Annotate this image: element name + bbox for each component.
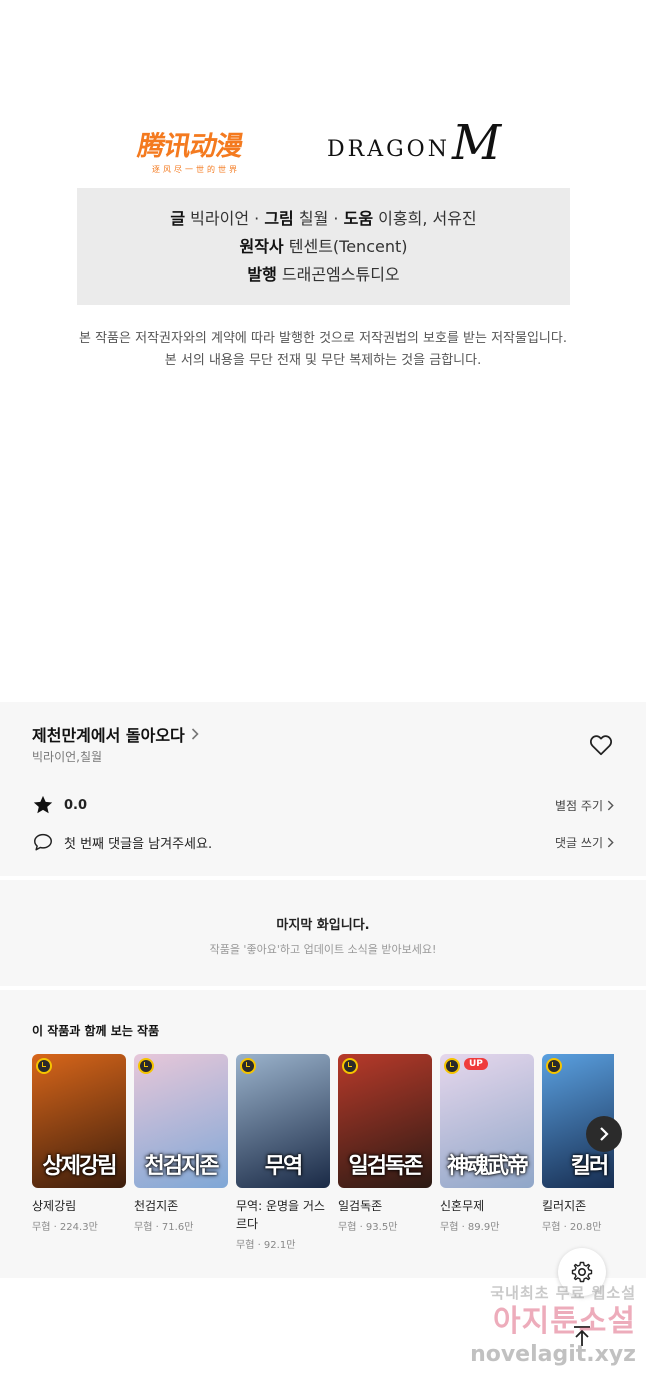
- tencent-comics-logo: 腾讯动漫 逐风尽一世的世界: [135, 130, 270, 184]
- cover-image[interactable]: 무역: [236, 1054, 330, 1188]
- clock-badge-icon: [444, 1058, 460, 1074]
- recommendation-card[interactable]: 천검지존 천검지존 무협 · 71.6만: [134, 1054, 228, 1233]
- notice-line-2: 본 서의 내용을 무단 전재 및 무단 복제하는 것을 금합니다.: [164, 353, 482, 368]
- cover-image[interactable]: 상제강림: [32, 1054, 126, 1188]
- card-title: 일검독존: [338, 1199, 383, 1213]
- up-badge: UP: [464, 1058, 488, 1070]
- separator: ·: [333, 208, 339, 228]
- card-title: 신혼무제: [440, 1199, 485, 1213]
- card-meta: 무협 · 71.6만: [134, 1222, 194, 1233]
- write-comment-label: 댓글 쓰기: [555, 835, 603, 850]
- card-meta: 무협 · 93.5만: [338, 1222, 398, 1233]
- dragon-m-logo: DRAGON M: [327, 118, 501, 168]
- rate-button[interactable]: 별점 주기: [555, 797, 614, 814]
- watermark-line-2: 아지툰소설: [493, 1304, 636, 1339]
- credit-line-creators: 글 빅라이언 · 그림 칠월 · 도움 이홍희, 서유진: [170, 207, 476, 231]
- recommendation-card[interactable]: 일검독존 일검독존 무협 · 93.5만: [338, 1054, 432, 1233]
- rating-value: 0.0: [64, 797, 88, 813]
- series-title-link[interactable]: 제천만계에서 돌아오다: [32, 722, 199, 746]
- watermark-line-3: novelagit.xyz: [470, 1342, 636, 1367]
- site-watermark: 국내최초 무료 웹소설 아지툰소설 novelagit.xyz: [446, 1282, 636, 1392]
- credits-box: 글 빅라이언 · 그림 칠월 · 도움 이홍희, 서유진 원작사 텐센트(Ten…: [77, 188, 570, 305]
- gear-icon: [571, 1261, 593, 1283]
- last-episode-banner: 마지막 화입니다. 작품을 '좋아요'하고 업데이트 소식을 받아보세요!: [0, 880, 646, 986]
- cover-title-art: 神魂武帝: [446, 1154, 529, 1179]
- copyright-notice: 본 작품은 저작권자와의 계약에 따라 발행한 것으로 저작권법의 보호를 받는…: [0, 328, 646, 372]
- last-episode-title: 마지막 화입니다.: [276, 918, 370, 933]
- card-title: 무역: 운명을 거스르다: [236, 1199, 325, 1231]
- clock-badge-icon: [138, 1058, 154, 1074]
- recommendation-heading: 이 작품과 함께 보는 작품: [32, 1024, 160, 1038]
- cover-title-art: 천검지존: [144, 1154, 220, 1179]
- cover-title-art: 무역: [264, 1154, 303, 1179]
- chevron-right-icon: [600, 1127, 609, 1141]
- rate-label: 별점 주기: [555, 798, 603, 813]
- chevron-right-icon: [607, 800, 614, 810]
- credit-line-publisher: 발행 드래곤엠스튜디오: [247, 263, 399, 287]
- cover-title-art: 일검독존: [348, 1154, 424, 1179]
- card-meta: 무협 · 92.1만: [236, 1240, 296, 1251]
- clock-badge-icon: [546, 1058, 562, 1074]
- recommendation-card[interactable]: 무역무역: 운명을 거스르다무협 · 92.1만: [236, 1054, 330, 1251]
- notice-line-1: 본 작품은 저작권자와의 계약에 따라 발행한 것으로 저작권법의 보호를 받는…: [79, 331, 567, 346]
- recommendation-section: 이 작품과 함께 보는 작품 상제강림 상제강림 무협 · 224.3만 천검지존 천검…: [0, 990, 646, 1278]
- tencent-logo-text: 腾讯动漫: [135, 131, 245, 162]
- carousel-next-button[interactable]: [586, 1116, 622, 1152]
- recommendation-card[interactable]: UP 神魂武帝 신혼무제무협 · 89.9만: [440, 1054, 534, 1233]
- original-label: 원작사: [239, 236, 284, 256]
- card-title: 천검지존: [134, 1199, 179, 1213]
- recommendation-carousel[interactable]: 상제강림 상제강림 무협 · 224.3만 천검지존 천검지존 무협 · 71.6만 무역 무…: [32, 1054, 614, 1274]
- series-title: 제천만계에서 돌아오다: [32, 726, 185, 745]
- series-info-panel: 제천만계에서 돌아오다 빅라이언,칠월 0.0 별점 주기 첫 번째 댓글을 남…: [0, 702, 646, 876]
- dragon-logo-m: M: [451, 115, 502, 171]
- watermark-line-1: 국내최초 무료 웹소설: [490, 1284, 636, 1302]
- separator: ·: [254, 208, 260, 228]
- publisher-name: 드래곤엠스튜디오: [281, 264, 400, 284]
- chevron-right-icon: [191, 728, 199, 740]
- cover-title-art: 킬러: [570, 1154, 609, 1179]
- last-episode-subtitle: 작품을 '좋아요'하고 업데이트 소식을 받아보세요!: [209, 943, 437, 956]
- credit-line-original: 원작사 텐센트(Tencent): [239, 235, 407, 259]
- artist-label: 그림: [264, 208, 294, 228]
- dragon-logo-text: DRAGON: [327, 137, 450, 162]
- clock-badge-icon: [240, 1058, 256, 1074]
- assist-label: 도움: [343, 208, 374, 228]
- writer-name: 빅라이언: [190, 208, 250, 228]
- cover-image[interactable]: 천검지존: [134, 1054, 228, 1188]
- card-meta: 무협 · 89.9만: [440, 1222, 500, 1233]
- comment-prompt: 첫 번째 댓글을 남겨주세요.: [64, 836, 213, 852]
- publisher-label: 발행: [247, 264, 277, 284]
- artist-name: 칠월: [298, 208, 329, 228]
- cover-title-art: 상제강림: [42, 1154, 118, 1179]
- assist-names: 이홍희, 서유진: [378, 208, 477, 228]
- chevron-right-icon: [607, 837, 614, 847]
- write-comment-button[interactable]: 댓글 쓰기: [555, 834, 614, 851]
- cover-image[interactable]: 일검독존: [338, 1054, 432, 1188]
- tencent-logo-subtext: 逐风尽一世的世界: [152, 165, 240, 174]
- speech-bubble-icon: [34, 833, 52, 851]
- card-meta: 무협 · 20.8만: [542, 1222, 602, 1233]
- original-name: 텐센트(Tencent): [288, 236, 408, 256]
- series-authors: 빅라이언,칠월: [32, 750, 103, 764]
- writer-label: 글: [170, 208, 186, 228]
- card-title: 상제강림: [32, 1199, 77, 1213]
- comment-row: 첫 번째 댓글을 남겨주세요. 댓글 쓰기: [32, 830, 614, 854]
- star-icon: [33, 795, 53, 814]
- cover-image[interactable]: UP 神魂武帝: [440, 1054, 534, 1188]
- clock-badge-icon: [36, 1058, 52, 1074]
- rating-row: 0.0 별점 주기: [32, 793, 614, 817]
- card-meta: 무협 · 224.3만: [32, 1222, 98, 1233]
- clock-badge-icon: [342, 1058, 358, 1074]
- heart-icon[interactable]: [588, 732, 614, 758]
- recommendation-card[interactable]: 상제강림 상제강림 무협 · 224.3만: [32, 1054, 126, 1233]
- card-title: 킬러지존: [542, 1199, 587, 1213]
